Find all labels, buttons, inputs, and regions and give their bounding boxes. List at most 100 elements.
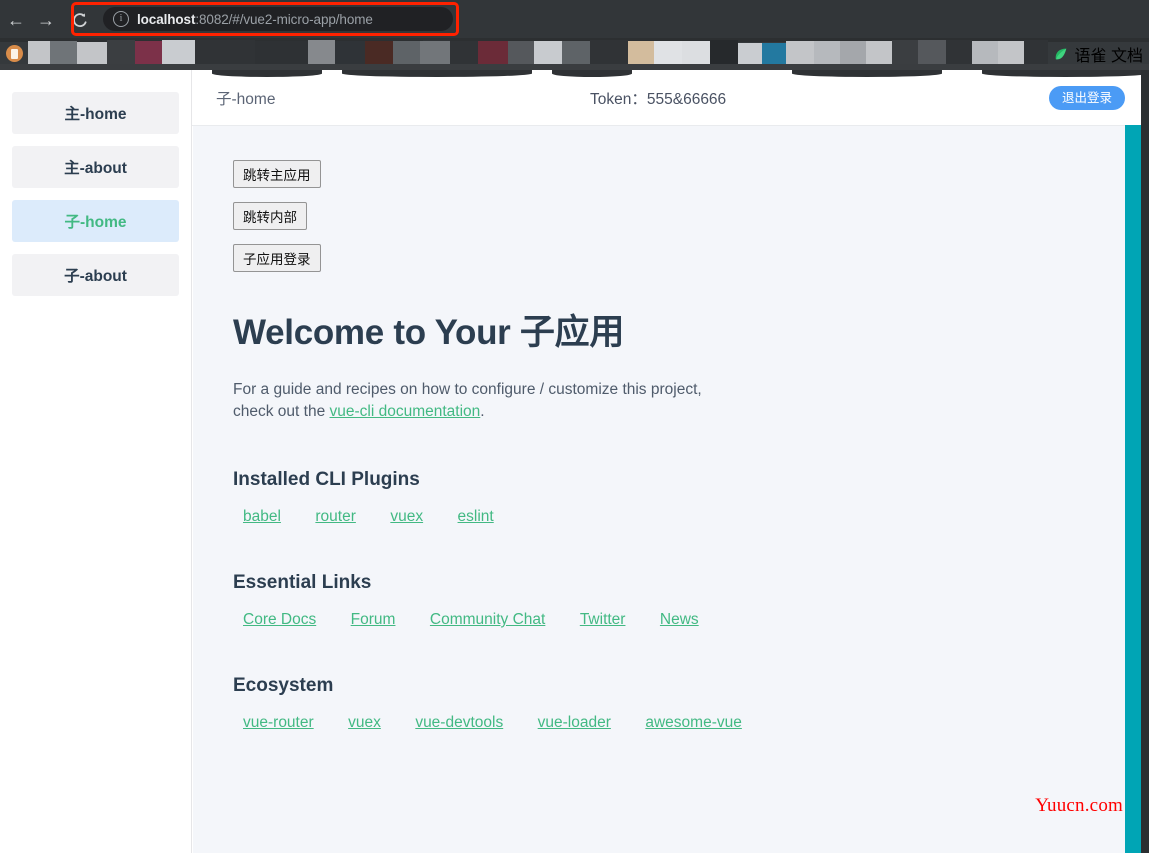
- sidebar: 主-home 主-about 子-home 子-about: [0, 70, 192, 853]
- intro-suffix-text: .: [480, 403, 485, 420]
- url-path: :8082/#/vue2-micro-app/home: [195, 11, 373, 27]
- redacted-bookmark: [393, 41, 423, 66]
- link-vue-router[interactable]: vue-router: [243, 714, 314, 731]
- redacted-bookmark: [162, 40, 195, 66]
- redacted-bookmark: [946, 40, 972, 66]
- redacted-bookmark: [866, 41, 892, 65]
- redacted-bookmark: [998, 41, 1024, 66]
- address-bar-url: localhost:8082/#/vue2-micro-app/home: [137, 12, 373, 27]
- app-header: 子-home Token：555&66666 退出登录: [192, 70, 1149, 126]
- link-news[interactable]: News: [660, 611, 699, 628]
- section-heading-plugins: Installed CLI Plugins: [233, 469, 420, 490]
- redacted-bookmark: [892, 40, 918, 66]
- list-item: vue-devtools: [415, 714, 503, 732]
- leaf-icon: [1055, 48, 1066, 60]
- goto-internal-button[interactable]: 跳转内部: [233, 202, 307, 230]
- list-item: eslint: [458, 508, 494, 526]
- redacted-bookmark: [534, 41, 562, 65]
- token-label: Token：: [590, 91, 647, 108]
- link-vuex-eco[interactable]: vuex: [348, 714, 381, 731]
- link-forum[interactable]: Forum: [351, 611, 396, 628]
- sidebar-item-zi-about[interactable]: 子-about: [12, 254, 179, 296]
- welcome-heading: Welcome to Your 子应用: [233, 313, 625, 352]
- link-babel[interactable]: babel: [243, 508, 281, 525]
- link-awesome-vue[interactable]: awesome-vue: [645, 714, 742, 731]
- redaction-smear: [552, 70, 632, 77]
- reload-icon: [73, 13, 87, 27]
- token-value: 555&66666: [646, 91, 727, 108]
- redacted-bookmark: [255, 41, 308, 66]
- redacted-bookmark: [508, 41, 534, 66]
- vue-cli-documentation-link[interactable]: vue-cli documentation: [330, 403, 481, 420]
- redacted-bookmark: [195, 40, 255, 66]
- redacted-bookmark: [590, 40, 628, 66]
- logout-button[interactable]: 退出登录: [1048, 86, 1125, 110]
- link-row-essential: Core Docs Forum Community Chat Twitter N…: [233, 611, 1149, 629]
- list-item: Community Chat: [430, 611, 545, 629]
- link-vue-devtools[interactable]: vue-devtools: [415, 714, 503, 731]
- link-core-docs[interactable]: Core Docs: [243, 611, 316, 628]
- watermark: Yuucn.com: [1035, 795, 1123, 816]
- redacted-bookmark: [365, 41, 393, 66]
- link-community-chat[interactable]: Community Chat: [430, 611, 545, 628]
- section-heading-essential-links: Essential Links: [233, 572, 372, 593]
- bookmark-label: 语雀 文档: [1074, 48, 1143, 65]
- redacted-bookmark: [654, 41, 682, 65]
- reload-button[interactable]: [68, 8, 92, 32]
- link-router[interactable]: router: [315, 508, 356, 525]
- bookmark-item-yuque[interactable]: 语雀 文档: [1053, 44, 1143, 65]
- redacted-bookmark: [710, 40, 738, 66]
- list-item: router: [315, 508, 356, 526]
- redacted-bookmark: [738, 43, 762, 65]
- address-bar[interactable]: i localhost:8082/#/vue2-micro-app/home: [103, 7, 453, 31]
- redacted-bookmark: [1024, 40, 1048, 66]
- redacted-bookmark: [562, 41, 590, 66]
- bookmarks-bar: 语雀 文档: [0, 38, 1149, 70]
- redacted-bookmark: [814, 41, 840, 65]
- list-item: vuex: [390, 508, 423, 526]
- vertical-scrollbar-thumb[interactable]: [1125, 125, 1141, 853]
- main-content: 跳转主应用 跳转内部 子应用登录 Welcome to Your 子应用 For…: [193, 126, 1149, 853]
- list-item: babel: [243, 508, 281, 526]
- redaction-smear: [792, 70, 942, 77]
- redacted-bookmark: [786, 41, 814, 65]
- redaction-smear: [212, 70, 322, 77]
- redacted-bookmark: [762, 43, 786, 65]
- redacted-bookmark: [972, 41, 998, 66]
- sidebar-item-zhu-home[interactable]: 主-home: [12, 92, 179, 134]
- list-item: News: [660, 611, 699, 629]
- list-item: awesome-vue: [645, 714, 742, 732]
- link-row-plugins: babel router vuex eslint: [233, 508, 1149, 526]
- link-eslint[interactable]: eslint: [458, 508, 494, 525]
- list-item: Forum: [351, 611, 396, 629]
- redaction-smear: [982, 70, 1149, 77]
- list-item: vue-loader: [538, 714, 611, 732]
- section-heading-ecosystem: Ecosystem: [233, 675, 334, 696]
- redacted-bookmark: [450, 41, 478, 66]
- document-icon: [6, 45, 23, 62]
- token-display: Token：555&66666: [590, 87, 726, 109]
- sidebar-item-zhu-about[interactable]: 主-about: [12, 146, 179, 188]
- redaction-smear: [342, 70, 532, 77]
- redacted-bookmark: [107, 40, 135, 67]
- redacted-bookmark: [840, 41, 866, 65]
- link-vuex[interactable]: vuex: [390, 508, 423, 525]
- page-title: 子-home: [216, 91, 276, 108]
- forward-button[interactable]: →: [34, 8, 58, 32]
- redacted-bookmark: [918, 40, 946, 66]
- sub-app-login-button[interactable]: 子应用登录: [233, 244, 321, 272]
- browser-chrome: ← → i localhost:8082/#/vue2-micro-app/ho…: [0, 0, 1149, 38]
- window-right-edge: [1141, 70, 1149, 853]
- back-button[interactable]: ←: [4, 8, 28, 32]
- page-viewport: 主-home 主-about 子-home 子-about 子-home Tok…: [0, 70, 1149, 853]
- link-vue-loader[interactable]: vue-loader: [538, 714, 611, 731]
- redacted-bookmark: [478, 41, 508, 66]
- info-circle-icon[interactable]: i: [113, 11, 129, 27]
- goto-main-app-button[interactable]: 跳转主应用: [233, 160, 321, 188]
- sidebar-item-zi-home[interactable]: 子-home: [12, 200, 179, 242]
- link-twitter[interactable]: Twitter: [580, 611, 626, 628]
- list-item: vue-router: [243, 714, 314, 732]
- redacted-bookmark: [308, 40, 335, 66]
- redacted-bookmark: [682, 41, 710, 65]
- list-item: vuex: [348, 714, 381, 732]
